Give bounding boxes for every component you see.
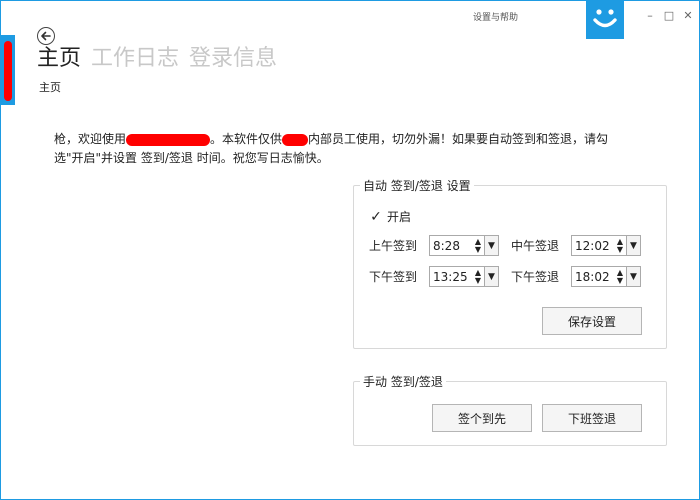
close-button[interactable]: ✕ bbox=[681, 9, 695, 23]
smiley-logo-icon bbox=[586, 1, 624, 39]
chevron-down-icon[interactable]: ▼ bbox=[484, 236, 498, 255]
chevron-down-icon[interactable]: ▼ bbox=[626, 236, 640, 255]
pm-checkin-time-input[interactable]: 13:25 ▲ ▼ ▼ bbox=[429, 266, 499, 287]
spin-arrows-icon[interactable]: ▲ ▼ bbox=[614, 268, 626, 285]
welcome-text-part2: 。本软件仅供 bbox=[210, 132, 283, 146]
enable-checkbox-row[interactable]: ✓ 开启 bbox=[369, 208, 411, 225]
am-checkin-time-input[interactable]: 8:28 ▲ ▼ ▼ bbox=[429, 235, 499, 256]
enable-label: 开启 bbox=[387, 210, 412, 224]
tab-home[interactable]: 主页 bbox=[37, 45, 81, 73]
am-checkin-label: 上午签到 bbox=[369, 239, 418, 253]
noon-checkout-time-input[interactable]: 12:02 ▲ ▼ ▼ bbox=[571, 235, 641, 256]
back-button[interactable] bbox=[37, 27, 55, 45]
minimize-button[interactable]: – bbox=[643, 9, 657, 23]
chevron-down-icon[interactable]: ▼ bbox=[626, 267, 640, 286]
window-title: 设置与帮助 bbox=[473, 13, 519, 23]
pm-checkin-label: 下午签到 bbox=[369, 270, 418, 284]
tab-work-log[interactable]: 工作日志 bbox=[91, 45, 179, 73]
app-window: 设置与帮助 – □ ✕ 主页 工作日志 登录信息 主页 枪，欢迎使用 。本软件仅供… bbox=[0, 0, 700, 500]
maximize-button[interactable]: □ bbox=[662, 9, 676, 23]
pm-checkin-value[interactable]: 13:25 bbox=[430, 270, 472, 284]
noon-checkout-value[interactable]: 12:02 bbox=[572, 239, 614, 253]
manual-title: 手动 签到/签退 bbox=[360, 373, 446, 390]
redaction-mark bbox=[126, 133, 211, 146]
spin-arrows-icon[interactable]: ▲ ▼ bbox=[614, 237, 626, 254]
pm-checkout-time-input[interactable]: 18:02 ▲ ▼ ▼ bbox=[571, 266, 641, 287]
am-checkin-value[interactable]: 8:28 bbox=[430, 239, 472, 253]
main-tabs: 主页 工作日志 登录信息 bbox=[37, 45, 277, 73]
pm-checkout-value[interactable]: 18:02 bbox=[572, 270, 614, 284]
pm-checkout-label: 下午签退 bbox=[511, 270, 560, 284]
manual-checkin-button[interactable]: 签个到先 bbox=[432, 404, 532, 432]
chevron-down-icon[interactable]: ▼ bbox=[484, 267, 498, 286]
redaction-mark bbox=[4, 41, 12, 101]
spin-arrows-icon[interactable]: ▲ ▼ bbox=[472, 268, 484, 285]
save-settings-button[interactable]: 保存设置 bbox=[542, 307, 642, 335]
redaction-mark bbox=[282, 133, 309, 146]
manual-checkout-button[interactable]: 下班签退 bbox=[542, 404, 642, 432]
welcome-text: 枪，欢迎使用 。本软件仅供 内部员工使用，切勿外漏！如果要自动签到和签退，请勾 选"… bbox=[54, 130, 654, 168]
tab-login-info[interactable]: 登录信息 bbox=[189, 45, 277, 73]
auto-settings-title: 自动 签到/签退 设置 bbox=[360, 177, 474, 194]
welcome-text-line2: 选"开启"并设置 签到/签退 时间。祝您写日志愉快。 bbox=[54, 151, 329, 165]
enable-checkbox[interactable]: ✓ bbox=[369, 209, 383, 225]
welcome-text-part3: 内部员工使用，切勿外漏！如果要自动签到和签退，请勾 bbox=[308, 132, 609, 146]
noon-checkout-label: 中午签退 bbox=[511, 239, 560, 253]
spin-arrows-icon[interactable]: ▲ ▼ bbox=[472, 237, 484, 254]
breadcrumb: 主页 bbox=[39, 81, 61, 94]
arrow-left-icon bbox=[41, 31, 51, 41]
welcome-text-part1: 枪，欢迎使用 bbox=[54, 132, 127, 146]
